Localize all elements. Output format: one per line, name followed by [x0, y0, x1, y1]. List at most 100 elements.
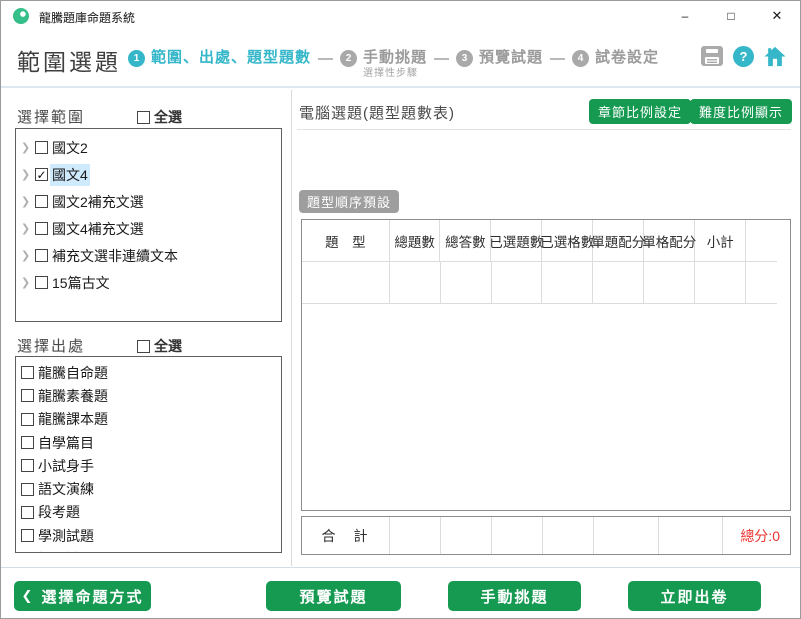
range-item[interactable]: ❯ 國文4 [16, 161, 281, 188]
chevron-right-icon[interactable]: ❯ [21, 141, 35, 154]
chapter-ratio-button[interactable]: 章節比例設定 [589, 99, 691, 124]
step-4-badge: 4 [572, 50, 589, 67]
checkbox[interactable] [35, 168, 48, 181]
step-connector [434, 58, 449, 60]
range-item-label[interactable]: 15篇古文 [50, 272, 112, 294]
step-indicator: 1 範圍、出處、題型題數 2 手動挑題 選擇性步驟 3 預覽試題 4 試卷設定 [128, 45, 659, 79]
checkbox[interactable] [21, 389, 34, 402]
range-item-label[interactable]: 國文4 [50, 164, 90, 186]
checkbox[interactable] [21, 413, 34, 426]
preview-questions-button[interactable]: 預覽試題 [266, 581, 401, 611]
table-header-row: 題 型 總題數 總答數 已選題數 已選格數 單題配分 單格配分 小計 [302, 220, 777, 262]
range-section-title: 選擇範圍 [17, 106, 85, 127]
source-item[interactable]: 龍騰課本題 [16, 408, 281, 431]
question-type-table-container: 題 型 總題數 總答數 已選題數 已選格數 單題配分 單格配分 小計 [301, 219, 791, 511]
col-header-selected-questions: 已選題數 [491, 220, 542, 262]
question-order-preset-button[interactable]: 題型順序預設 [299, 190, 399, 213]
col-header-extra [746, 220, 777, 262]
source-item-label[interactable]: 指考試題 [38, 549, 94, 553]
total-score: 總分:0 [740, 526, 780, 546]
col-header-total-questions: 總題數 [390, 220, 441, 262]
step-2-badge: 2 [340, 50, 357, 67]
source-item[interactable]: 學測試題 [16, 524, 281, 547]
source-item-label[interactable]: 龍騰素養題 [38, 386, 108, 406]
home-icon[interactable] [764, 45, 786, 67]
range-item[interactable]: ❯ 國文2補充文選 [16, 188, 281, 215]
range-item-label[interactable]: 國文2 [50, 137, 90, 159]
range-select-all-label: 全選 [154, 107, 182, 127]
app-window: 龍騰題庫命題系統 – □ ✕ 範圍選題 1 範圍、出處、題型題數 2 手動挑題 … [0, 0, 801, 619]
range-item[interactable]: ❯ 補充文選非連續文本 [16, 242, 281, 269]
source-select-all-checkbox[interactable] [137, 340, 150, 353]
checkbox[interactable] [21, 459, 34, 472]
page-title: 範圍選題 [17, 43, 121, 77]
step-3-badge: 3 [456, 50, 473, 67]
range-select-all[interactable]: 全選 [137, 107, 182, 127]
source-item[interactable]: 段考題 [16, 501, 281, 524]
step-2: 2 手動挑題 選擇性步驟 [340, 45, 427, 79]
checkbox[interactable] [21, 483, 34, 496]
source-item[interactable]: 指考試題 [16, 547, 281, 553]
minimize-button[interactable]: – [662, 1, 708, 31]
source-item-label[interactable]: 學測試題 [38, 526, 94, 546]
question-type-table: 題 型 總題數 總答數 已選題數 已選格數 單題配分 單格配分 小計 [302, 220, 777, 304]
page-header: 範圍選題 1 範圍、出處、題型題數 2 手動挑題 選擇性步驟 3 預覽試題 4 [1, 31, 800, 88]
totals-row: 合 計 總分:0 [301, 516, 791, 555]
manual-pick-button[interactable]: 手動挑題 [448, 581, 581, 611]
range-item[interactable]: ❯ 國文2 [16, 134, 281, 161]
source-item[interactable]: 自學篇目 [16, 431, 281, 454]
bottom-divider [1, 567, 800, 568]
checkbox[interactable] [35, 249, 48, 262]
checkbox[interactable] [21, 529, 34, 542]
app-logo-icon [13, 8, 29, 24]
source-item-label[interactable]: 龍騰自命題 [38, 363, 108, 383]
totals-label: 合 計 [302, 517, 390, 554]
chevron-right-icon[interactable]: ❯ [21, 168, 35, 181]
source-item-label[interactable]: 語文演練 [38, 479, 94, 499]
step-3-label: 預覽試題 [479, 45, 543, 71]
checkbox[interactable] [21, 436, 34, 449]
source-item-label[interactable]: 段考題 [38, 502, 80, 522]
generate-paper-button[interactable]: 立即出卷 [628, 581, 761, 611]
source-item[interactable]: 龍騰自命題 [16, 361, 281, 384]
chevron-right-icon[interactable]: ❯ [21, 222, 35, 235]
difficulty-ratio-button[interactable]: 難度比例顯示 [690, 99, 792, 124]
checkbox[interactable] [21, 366, 34, 379]
source-item-label[interactable]: 小試身手 [38, 456, 94, 476]
range-item-label[interactable]: 國文2補充文選 [50, 191, 146, 213]
step-connector [550, 58, 565, 60]
source-listbox: 龍騰自命題 龍騰素養題 龍騰課本題 自學篇目 小試身手 語文演練 段考題 學測 [15, 356, 282, 553]
help-icon[interactable]: ? [733, 46, 754, 67]
checkbox[interactable] [35, 195, 48, 208]
range-select-all-checkbox[interactable] [137, 111, 150, 124]
source-item-label[interactable]: 自學篇目 [38, 433, 94, 453]
col-header-subtotal: 小計 [695, 220, 746, 262]
step-1-badge: 1 [128, 50, 145, 67]
save-icon[interactable] [701, 45, 723, 67]
step-2-label: 手動挑題 [363, 49, 427, 66]
checkbox[interactable] [21, 506, 34, 519]
col-header-points-per-question: 單題配分 [593, 220, 644, 262]
step-2-sublabel: 選擇性步驟 [363, 69, 427, 79]
range-item-label[interactable]: 補充文選非連續文本 [50, 245, 180, 267]
maximize-button[interactable]: □ [708, 1, 754, 31]
chevron-right-icon[interactable]: ❯ [21, 249, 35, 262]
table-empty-row [302, 262, 777, 304]
source-select-all[interactable]: 全選 [137, 336, 182, 356]
title-bar: 龍騰題庫命題系統 – □ ✕ [1, 1, 800, 31]
source-item[interactable]: 小試身手 [16, 454, 281, 477]
checkbox[interactable] [35, 276, 48, 289]
step-1: 1 範圍、出處、題型題數 [128, 45, 311, 71]
chevron-right-icon[interactable]: ❯ [21, 276, 35, 289]
chevron-right-icon[interactable]: ❯ [21, 195, 35, 208]
choose-method-button[interactable]: ❮ 選擇命題方式 [14, 581, 151, 611]
source-item-label[interactable]: 龍騰課本題 [38, 409, 108, 429]
range-item[interactable]: ❯ 國文4補充文選 [16, 215, 281, 242]
source-item[interactable]: 龍騰素養題 [16, 384, 281, 407]
range-item[interactable]: ❯ 15篇古文 [16, 269, 281, 296]
checkbox[interactable] [35, 141, 48, 154]
close-button[interactable]: ✕ [754, 1, 800, 31]
source-item[interactable]: 語文演練 [16, 477, 281, 500]
range-item-label[interactable]: 國文4補充文選 [50, 218, 146, 240]
checkbox[interactable] [35, 222, 48, 235]
